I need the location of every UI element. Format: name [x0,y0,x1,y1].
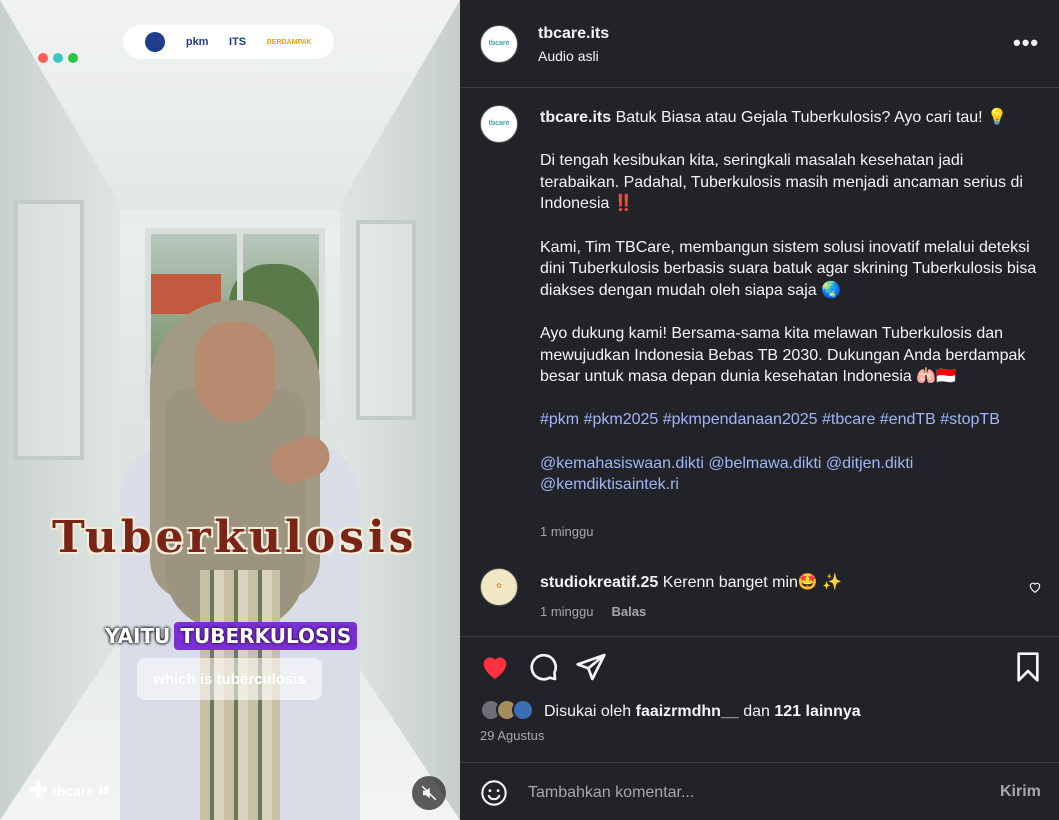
speaker-face [195,322,275,422]
berdampak-logo: BERDAMPAK [266,38,312,46]
reel-video[interactable]: pkm ITS BERDAMPAK Tuberkulosis YAITU TUB… [0,0,460,820]
video-subtitle: which is tuberculosis [137,658,322,700]
caption-time: 1 minggu [540,524,594,539]
reply-button[interactable]: Balas [611,604,646,619]
commenter-avatar[interactable]: ✿ [480,568,518,606]
medical-cross-icon: ✚ [28,777,49,804]
red-dot [38,53,48,63]
avatar-text: tbcare [488,120,510,127]
caption-author-avatar[interactable]: tbcare [480,105,518,143]
save-bookmark-icon[interactable] [1012,651,1044,683]
caption-paragraph-1: Di tengah kesibukan kita, seringkali mas… [540,152,1023,213]
audio-label[interactable]: Audio asli [538,48,599,64]
post-date: 29 Agustus [480,728,545,743]
caption-paragraph-3: Ayo dukung kami! Bersama-sama kita melaw… [540,324,1026,386]
caption-word-1: YAITU [105,624,171,648]
pkm-logo: pkm [185,36,209,48]
comment-bubble-icon[interactable] [527,651,559,683]
caption-hashtags[interactable]: #pkm #pkm2025 #pkmpendanaan2025 #tbcare … [540,409,1040,431]
caption-text: tbcare.its Batuk Biasa atau Gejala Tuber… [540,107,1040,517]
caption-mentions[interactable]: @kemahasiswaan.dikti @belmawa.dikti @dit… [540,453,1040,496]
speaker-muted-icon [421,785,437,801]
tbcare-watermark: ✚ tbcare ▮▮ [28,776,109,805]
video-title-overlay: Tuberkulosis [52,512,418,563]
sound-wave-icon: ▮▮ [98,785,110,796]
liked-and: dan [743,703,770,720]
post-header: tbcare tbcare.its Audio asli ••• [460,0,1059,88]
commenter-username[interactable]: studiokreatif.25 [540,574,658,591]
share-send-icon[interactable] [575,651,607,683]
commenter-avatar-emblem: ✿ [496,583,502,590]
caption-headline: Batuk Biasa atau Gejala Tuberkulosis? Ay… [615,109,1007,126]
like-heart-icon[interactable] [479,651,511,683]
liked-count[interactable]: 121 lainnya [774,703,860,720]
author-username[interactable]: tbcare.its [538,25,609,43]
caption-paragraph-2: Kami, Tim TBCare, membangun sistem solus… [540,238,1037,299]
liker-avatar [512,699,534,721]
comment-time: 1 minggu [540,604,594,619]
liker-avatars[interactable] [480,699,534,721]
kemdikti-logo [145,32,166,52]
comment-like-heart-icon[interactable] [1028,580,1042,594]
watermark-text: tbcare [52,782,95,799]
its-logo: ITS [229,36,247,48]
liked-by: Disukai oleh faaizrmdhn__ dan 121 lainny… [544,703,861,721]
comment-text: Kerenn banget min🤩 ✨ [662,574,843,591]
video-side-window-left [14,200,84,460]
comment-bar: Kirim [460,762,1059,820]
mute-button[interactable] [412,776,446,810]
author-avatar[interactable]: tbcare [480,25,518,63]
liked-user[interactable]: faaizrmdhn__ [636,703,739,720]
green-dot [68,53,78,63]
sponsor-logo-bar: pkm ITS BERDAMPAK [123,25,334,59]
caption-author[interactable]: tbcare.its [540,109,611,126]
comment-meta: 1 minggu Balas [540,604,646,619]
window-dots [38,53,78,63]
comment-body: studiokreatif.25 Kerenn banget min🤩 ✨ [540,572,842,592]
teal-dot [53,53,63,63]
video-caption: YAITU TUBERKULOSIS [103,622,358,650]
more-options-icon[interactable]: ••• [1013,30,1039,56]
emoji-icon[interactable] [480,779,508,807]
liked-prefix: Disukai oleh [544,703,632,720]
caption-headline-line: tbcare.its Batuk Biasa atau Gejala Tuber… [540,107,1040,129]
comment-input[interactable] [528,781,968,805]
post-panel: tbcare tbcare.its Audio asli ••• tbcare … [460,0,1059,820]
post-comment-button[interactable]: Kirim [1000,783,1041,801]
caption-word-2: TUBERKULOSIS [174,622,358,650]
avatar-text: tbcare [488,40,510,47]
